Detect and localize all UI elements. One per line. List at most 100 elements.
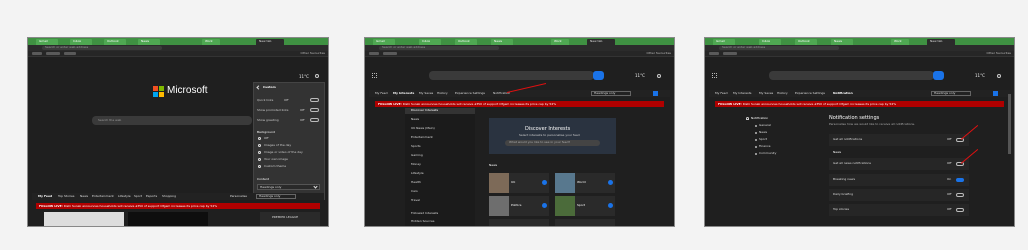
headings-select[interactable]: Headings only bbox=[591, 91, 631, 96]
feed-nav-item[interactable]: News bbox=[80, 195, 88, 198]
interest-tile[interactable]: World bbox=[555, 173, 615, 193]
favourite-item[interactable] bbox=[383, 52, 397, 55]
top-stories-toggle[interactable] bbox=[956, 208, 964, 212]
interest-tile[interactable]: UK bbox=[489, 173, 549, 193]
interest-tile[interactable] bbox=[489, 219, 549, 226]
address-input[interactable]: Search or enter web address bbox=[379, 46, 499, 50]
quick-links-toggle[interactable] bbox=[310, 98, 319, 102]
breaking-news-banner[interactable]: FOLLOW LIVE: Rishi Sunak announces house… bbox=[715, 101, 1004, 107]
feed-nav-item[interactable]: Esports bbox=[146, 195, 157, 198]
radio-option[interactable] bbox=[258, 137, 261, 140]
search-button[interactable] bbox=[593, 71, 604, 80]
sidebar-item[interactable]: Travel bbox=[411, 199, 420, 202]
feed-nav-item[interactable]: Shopping bbox=[162, 195, 176, 198]
app-launcher-icon[interactable] bbox=[712, 73, 717, 78]
breaking-news-toggle[interactable] bbox=[956, 178, 964, 182]
web-search-input[interactable] bbox=[769, 71, 934, 80]
breaking-news-banner[interactable]: FOLLOW LIVE: Rishi Sunak announces house… bbox=[375, 101, 664, 107]
favourite-item[interactable] bbox=[46, 52, 60, 55]
web-search-input[interactable]: Search the web bbox=[92, 116, 252, 125]
layout-toggle-icon[interactable] bbox=[653, 91, 658, 96]
layout-toggle-icon[interactable] bbox=[993, 91, 998, 96]
feed-nav-item[interactable]: Lifestyle bbox=[118, 195, 131, 198]
radio-option[interactable] bbox=[258, 151, 261, 154]
sidebar-item[interactable]: News bbox=[411, 118, 419, 121]
favourite-item[interactable] bbox=[369, 52, 379, 55]
headings-select[interactable]: Headings only bbox=[931, 91, 971, 96]
breaking-news-banner[interactable]: FOLLOW LIVE: Rishi Sunak announces house… bbox=[36, 203, 320, 209]
radio-option[interactable] bbox=[258, 158, 261, 161]
sidebar-item[interactable]: Notification bbox=[751, 117, 768, 120]
interest-search-input[interactable]: What would you like to see in your feed? bbox=[505, 140, 600, 146]
sidebar-item[interactable]: Money bbox=[411, 163, 421, 166]
news-card[interactable]: PREMIER LEAGUE bbox=[260, 212, 320, 226]
web-search-input[interactable] bbox=[429, 71, 594, 80]
sidebar-item[interactable]: Gaming bbox=[411, 154, 423, 157]
interest-tile[interactable]: Sport bbox=[555, 196, 615, 216]
greeting-toggle[interactable] bbox=[310, 118, 319, 122]
add-interest-icon[interactable] bbox=[542, 203, 547, 208]
search-button[interactable] bbox=[933, 71, 944, 80]
settings-gear-icon[interactable] bbox=[657, 74, 661, 78]
nav-item[interactable]: Notification bbox=[833, 92, 853, 95]
news-card-image[interactable] bbox=[128, 212, 208, 226]
nav-item[interactable]: History bbox=[777, 92, 788, 95]
sidebar-item[interactable]: Discover Interests bbox=[411, 109, 438, 112]
address-input[interactable]: Search or enter web address bbox=[719, 46, 839, 50]
other-favourites[interactable]: Other favourites bbox=[986, 52, 1011, 55]
nav-item[interactable]: My Interests bbox=[393, 92, 414, 95]
sidebar-item[interactable]: Health bbox=[411, 181, 421, 184]
add-interest-icon[interactable] bbox=[608, 180, 613, 185]
favourite-item[interactable] bbox=[709, 52, 719, 55]
favourite-item[interactable] bbox=[32, 52, 42, 55]
settings-gear-icon[interactable] bbox=[997, 74, 1001, 78]
sidebar-item[interactable]: UK News (Main) bbox=[411, 127, 435, 130]
sidebar-item[interactable]: Sport bbox=[759, 138, 767, 141]
sidebar-item[interactable]: Entertainment bbox=[411, 136, 433, 139]
sidebar-item[interactable]: Sports bbox=[411, 145, 421, 148]
news-card-image[interactable] bbox=[44, 212, 124, 226]
sidebar-item[interactable]: General bbox=[759, 124, 771, 127]
radio-option[interactable] bbox=[258, 165, 261, 168]
nav-item[interactable]: My Interests bbox=[733, 92, 751, 95]
nav-item[interactable]: Experience Settings bbox=[795, 92, 825, 95]
nav-item[interactable]: History bbox=[437, 92, 448, 95]
nav-item[interactable]: My Saves bbox=[419, 92, 433, 95]
nav-item[interactable]: My Feed bbox=[375, 92, 387, 95]
sidebar-item[interactable]: Finance bbox=[759, 145, 770, 148]
weather-readout: 11°C bbox=[975, 73, 985, 78]
nav-item[interactable]: Experience Settings bbox=[455, 92, 485, 95]
sidebar-item[interactable]: Community bbox=[759, 152, 776, 155]
nav-item[interactable]: My Saves bbox=[759, 92, 773, 95]
sidebar-item[interactable]: Hidden Sources bbox=[411, 220, 434, 223]
content-select[interactable]: Headings only bbox=[257, 184, 320, 190]
favourite-item[interactable] bbox=[723, 52, 737, 55]
nav-item[interactable]: My Feed bbox=[715, 92, 727, 95]
scrollbar[interactable] bbox=[1008, 94, 1011, 154]
add-interest-icon[interactable] bbox=[542, 180, 547, 185]
feed-nav-item[interactable]: Sport bbox=[134, 195, 142, 198]
feed-nav-item[interactable]: Entertainment bbox=[92, 195, 114, 198]
interest-tile[interactable] bbox=[555, 219, 615, 226]
sidebar-item[interactable]: News bbox=[759, 131, 767, 134]
promoted-links-toggle[interactable] bbox=[310, 108, 319, 112]
feed-nav-item[interactable]: Top Stories bbox=[58, 195, 74, 198]
finance-icon bbox=[755, 146, 757, 148]
chevron-left-icon[interactable] bbox=[256, 85, 261, 90]
radio-option[interactable] bbox=[258, 144, 261, 147]
sidebar-item[interactable]: Followed Interests bbox=[411, 212, 438, 215]
address-input[interactable]: Search or enter web address bbox=[42, 46, 162, 50]
other-favourites[interactable]: Other favourites bbox=[646, 52, 671, 55]
settings-gear-icon[interactable] bbox=[315, 74, 319, 78]
add-interest-icon[interactable] bbox=[608, 203, 613, 208]
sidebar-item[interactable]: Lifestyle bbox=[411, 172, 424, 175]
interest-tile[interactable]: Politics bbox=[489, 196, 549, 216]
daily-briefing-toggle[interactable] bbox=[956, 193, 964, 197]
headings-select[interactable]: Headings only bbox=[256, 194, 296, 199]
personalise-button[interactable]: Personalise bbox=[230, 195, 247, 198]
favourite-item[interactable] bbox=[64, 52, 76, 55]
sidebar-item[interactable]: Cars bbox=[411, 190, 418, 193]
app-launcher-icon[interactable] bbox=[372, 73, 377, 78]
other-favourites[interactable]: Other favourites bbox=[300, 52, 325, 55]
feed-nav-item[interactable]: My Feed bbox=[38, 195, 52, 198]
